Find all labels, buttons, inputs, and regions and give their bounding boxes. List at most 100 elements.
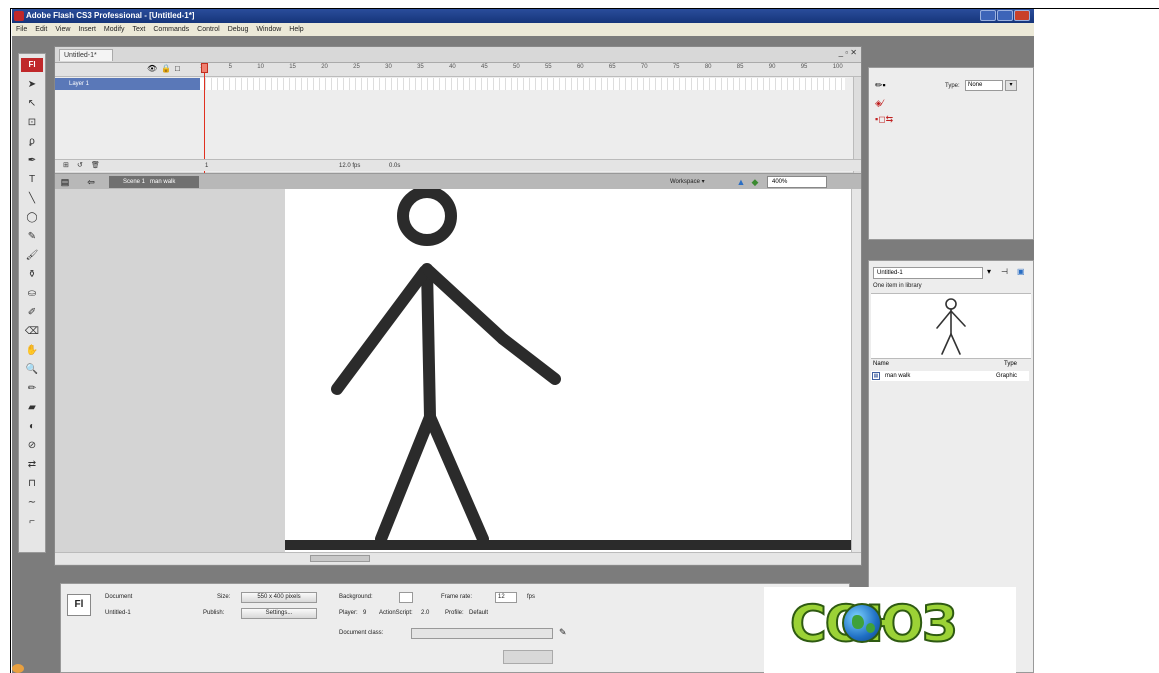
frame-number: 45: [481, 64, 488, 70]
new-library-icon[interactable]: ▣: [1017, 267, 1025, 276]
fill-color-icon[interactable]: ▰: [23, 401, 41, 415]
smooth-icon[interactable]: ∼: [23, 496, 41, 510]
motion-guide-icon[interactable]: ↺: [77, 160, 83, 172]
stroke-color-swatch-icon[interactable]: ✏▪: [875, 80, 886, 91]
frame-border-left: [10, 8, 11, 673]
horizontal-scroll-thumb[interactable]: [310, 555, 370, 562]
library-item-name: man walk: [885, 373, 911, 379]
black-white-icon[interactable]: ◐: [23, 420, 41, 434]
menu-edit[interactable]: Edit: [35, 23, 47, 36]
stage-horizontal-scrollbar[interactable]: [55, 552, 861, 564]
free-transform-tool-icon[interactable]: ⊡: [23, 116, 41, 130]
delete-layer-icon[interactable]: 🗑: [91, 160, 100, 172]
menu-commands[interactable]: Commands: [153, 23, 189, 36]
layer-row[interactable]: Layer 1: [55, 78, 200, 90]
oval-tool-icon[interactable]: ◯: [23, 211, 41, 225]
frame-number: 40: [449, 64, 456, 70]
document-properties-panel: Fl Document Untitled-1 Size: 550 x 400 p…: [60, 583, 850, 673]
lasso-tool-icon[interactable]: ϼ: [23, 135, 41, 149]
back-arrow-icon[interactable]: ⇦: [85, 176, 97, 188]
breadcrumb-scene[interactable]: Scene 1: [123, 179, 145, 185]
stage[interactable]: [210, 189, 851, 552]
library-preview-figure: [936, 298, 966, 355]
frame-rate-input[interactable]: 12: [495, 592, 517, 603]
graphic-symbol-icon: ▦: [872, 372, 880, 380]
document-tab[interactable]: Untitled-1*: [59, 49, 113, 61]
paint-bucket-tool-icon[interactable]: ⛀: [23, 287, 41, 301]
maximize-button[interactable]: [997, 10, 1013, 21]
menu-file[interactable]: File: [16, 23, 27, 36]
lock-icon[interactable]: 🔒: [161, 64, 171, 73]
settings-button[interactable]: Settings...: [241, 608, 317, 619]
selection-tool-icon[interactable]: ➤: [23, 78, 41, 92]
pen-tool-icon[interactable]: ✒: [23, 154, 41, 168]
size-label: Size:: [217, 594, 231, 600]
playhead[interactable]: [204, 63, 205, 173]
ink-bottle-tool-icon[interactable]: ⚱: [23, 268, 41, 282]
menu-debug[interactable]: Debug: [228, 23, 249, 36]
library-item[interactable]: ▦ man walk Graphic: [871, 371, 1029, 381]
close-button[interactable]: [1014, 10, 1030, 21]
zoom-tool-icon[interactable]: 🔍: [23, 363, 41, 377]
layer-frames[interactable]: [200, 78, 845, 90]
flash-screenshot: Adobe Flash CS3 Professional - [Untitled…: [12, 9, 1034, 673]
playhead-handle[interactable]: [201, 63, 208, 73]
eyedropper-tool-icon[interactable]: ✐: [23, 306, 41, 320]
library-document-select[interactable]: Untitled-1: [873, 267, 983, 279]
eraser-tool-icon[interactable]: ⌫: [23, 325, 41, 339]
edit-scene-icon[interactable]: ▲: [735, 176, 747, 188]
stroke-color-icon[interactable]: ✏: [23, 382, 41, 396]
globe-icon: [842, 603, 882, 643]
menu-view[interactable]: View: [55, 23, 70, 36]
fill-type-select[interactable]: None: [965, 80, 1003, 91]
document-class-input[interactable]: [411, 628, 553, 639]
chevron-down-icon[interactable]: ▾: [1005, 80, 1017, 91]
menu-insert[interactable]: Insert: [78, 23, 96, 36]
library-dropdown-icon[interactable]: ▾: [987, 267, 991, 276]
eye-icon[interactable]: 👁: [147, 64, 157, 73]
minimize-button[interactable]: [980, 10, 996, 21]
swap-colors-icon[interactable]: ⇄: [23, 458, 41, 472]
menu-text[interactable]: Text: [133, 23, 146, 36]
snap-icon[interactable]: ⊓: [23, 477, 41, 491]
menu-window[interactable]: Window: [256, 23, 281, 36]
zoom-control[interactable]: 400%: [767, 176, 827, 188]
menu-modify[interactable]: Modify: [104, 23, 125, 36]
default-colors-icon[interactable]: ▪◻⇆: [875, 114, 893, 125]
menu-help[interactable]: Help: [289, 23, 303, 36]
outline-icon[interactable]: □: [175, 64, 180, 73]
subselection-tool-icon[interactable]: ↖: [23, 97, 41, 111]
edit-symbol-icon[interactable]: ◆: [749, 176, 761, 188]
hand-tool-icon[interactable]: ✋: [23, 344, 41, 358]
breadcrumb-symbol[interactable]: man walk: [150, 179, 175, 185]
no-color-icon[interactable]: ⊘: [23, 439, 41, 453]
fill-type-label: Type:: [945, 83, 960, 89]
stick-figure-left-leg: [375, 411, 436, 545]
line-tool-icon[interactable]: ╲: [23, 192, 41, 206]
color-panel: ✏▪ ◈⁄ ▪◻⇆ Type: None ▾: [868, 67, 1034, 240]
frame-number: 60: [576, 64, 584, 70]
library-col-type[interactable]: Type: [1004, 361, 1017, 367]
panel-collapse-grip[interactable]: [503, 650, 553, 664]
fill-color-swatch-icon[interactable]: ◈⁄: [875, 98, 883, 109]
pencil-tool-icon[interactable]: ✎: [23, 230, 41, 244]
stage-vertical-scrollbar[interactable]: [851, 189, 861, 552]
size-button[interactable]: 550 x 400 pixels: [241, 592, 317, 603]
timeline-toggle-icon[interactable]: ▤: [59, 176, 71, 188]
straighten-icon[interactable]: ⌐: [23, 515, 41, 529]
insert-layer-icon[interactable]: ⊞: [63, 160, 69, 172]
document-window-controls[interactable]: _ ▫ ✕: [839, 48, 857, 57]
edit-class-pencil-icon[interactable]: ✎: [559, 627, 567, 638]
library-column-headers: Name Type: [871, 360, 1029, 370]
globe-land-small: [866, 623, 875, 633]
brush-tool-icon[interactable]: 🖌: [23, 249, 41, 263]
background-color-swatch[interactable]: [399, 592, 413, 603]
breadcrumb[interactable]: Scene 1 man walk: [109, 176, 199, 188]
layer-name: Layer 1: [69, 81, 90, 87]
background-label: Background:: [339, 594, 373, 600]
menu-control[interactable]: Control: [197, 23, 220, 36]
library-col-name[interactable]: Name: [873, 361, 889, 367]
pin-library-icon[interactable]: ⊣: [1001, 267, 1008, 276]
text-tool-icon[interactable]: T: [23, 173, 41, 187]
workspace-button[interactable]: Workspace ▾: [670, 176, 705, 188]
